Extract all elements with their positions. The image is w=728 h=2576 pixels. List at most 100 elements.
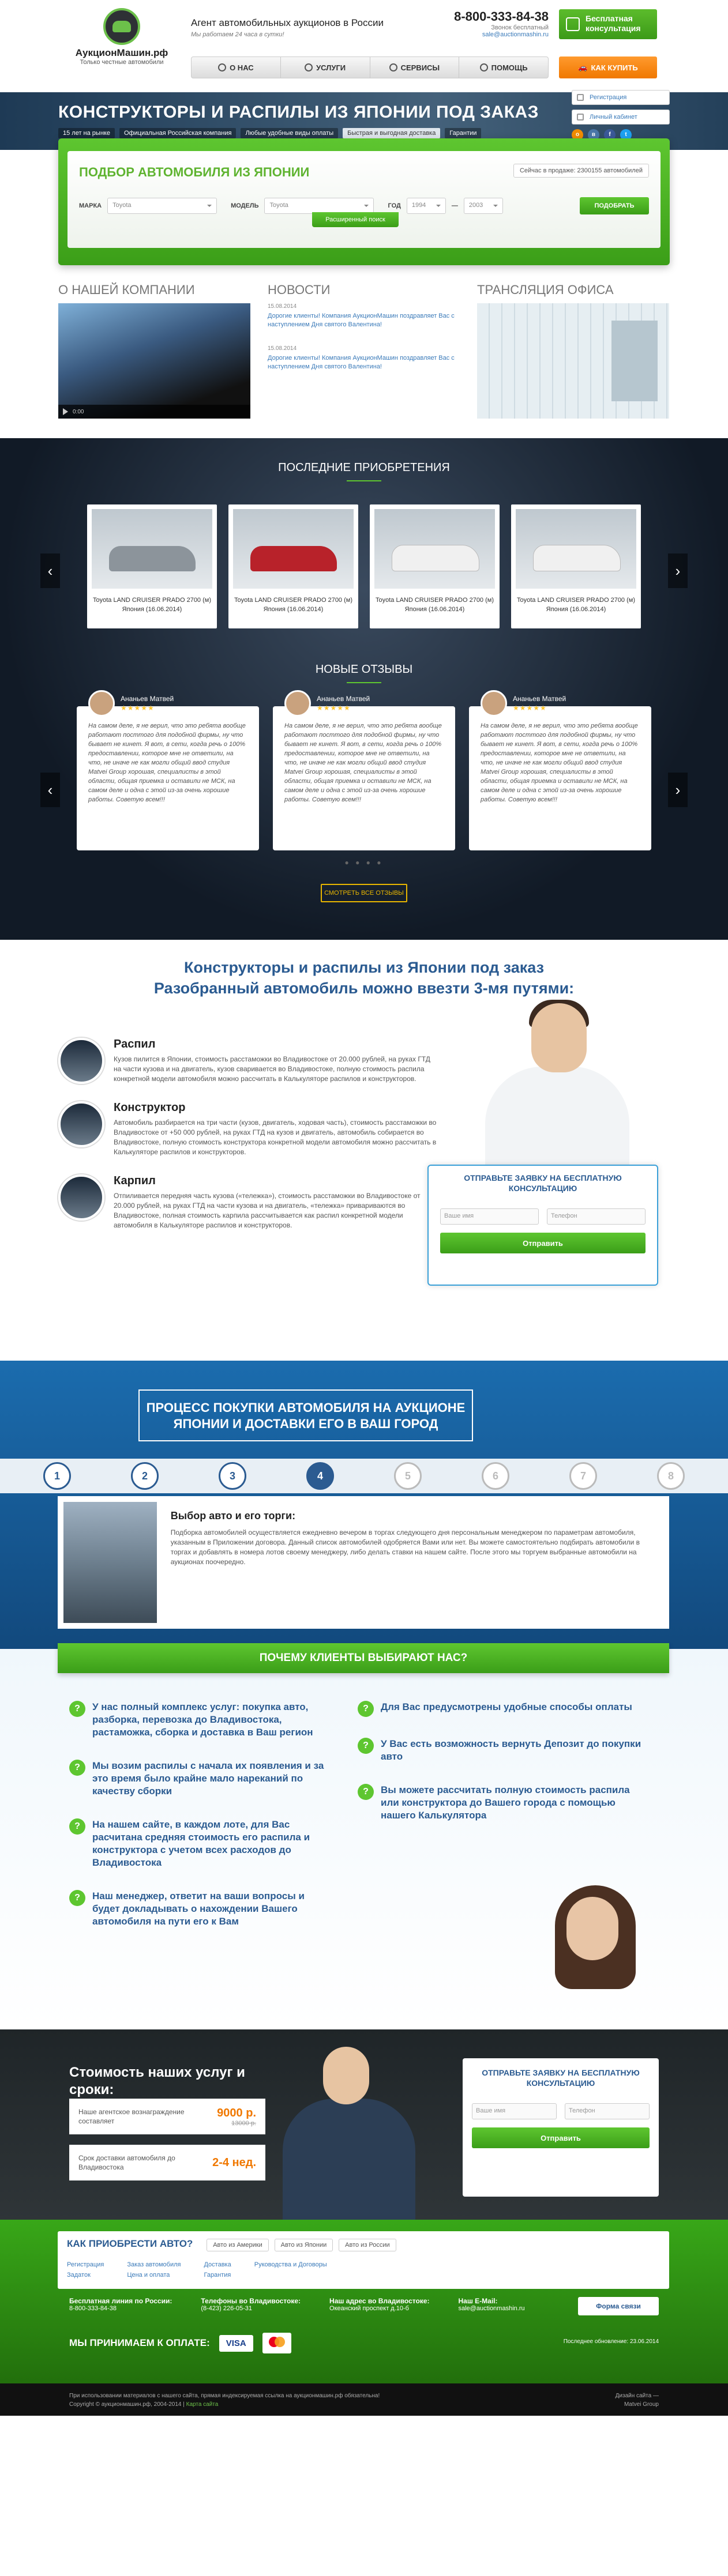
menu-item-services[interactable]: УСЛУГИ — [281, 57, 370, 78]
step-1[interactable]: 1 — [43, 1462, 71, 1490]
why-item: ? Для Вас предусмотрены удобные способы о… — [358, 1701, 646, 1717]
banner-tag: Любые удобные виды оплаты — [241, 128, 339, 138]
logo-icon — [103, 8, 140, 45]
phone-number[interactable]: 8-800-333-84-38 — [451, 9, 549, 24]
logo-subtitle: Только честные автомобили — [80, 59, 164, 66]
tab-japan[interactable]: Авто из Японии — [274, 2239, 333, 2251]
why-item: ? На нашем сайте, в каждом лоте, для Вас … — [69, 1818, 335, 1869]
office-stream[interactable] — [477, 303, 669, 419]
car-photo — [374, 509, 495, 589]
step-5[interactable]: 5 — [394, 1462, 422, 1490]
footer-link[interactable]: Заказ автомобиля — [127, 2261, 181, 2268]
register-link[interactable]: Регистрация — [572, 90, 670, 105]
advanced-search-button[interactable]: Расширенный поиск — [312, 212, 399, 227]
email-link[interactable]: sale@auctionmashin.ru — [451, 31, 549, 38]
news-item[interactable]: 15.08.2014 Дорогие клиенты! Компания Аук… — [268, 303, 460, 329]
banner-tag: Быстрая и выгодная доставка — [343, 128, 441, 138]
stock-counter: Сейчас в продаже: 2300155 автомобилей — [513, 164, 649, 178]
question-icon: ? — [358, 1784, 374, 1800]
search-button[interactable]: ПОДОБРАТЬ — [580, 197, 649, 214]
free-consult-button[interactable]: Бесплатная консультация — [559, 9, 657, 39]
news-column: НОВОСТИ 15.08.2014 Дорогие клиенты! Комп… — [268, 283, 460, 421]
way-item: Конструктор Автомобиль разбирается на три… — [58, 1101, 439, 1157]
footer-link[interactable]: Доставка — [204, 2261, 231, 2268]
news-link[interactable]: Дорогие клиенты! Компания АукционМашин п… — [268, 312, 460, 329]
contact-form-button[interactable]: Форма связи — [578, 2297, 659, 2315]
model-select[interactable]: Toyota — [264, 198, 374, 214]
main-menu: О НАС УСЛУГИ СЕРВИСЫ ПОМОЩЬ — [191, 57, 549, 78]
send-button[interactable]: Отправить — [472, 2127, 650, 2148]
footer-link[interactable]: Регистрация — [67, 2261, 104, 2268]
menu-item-about[interactable]: О НАС — [192, 57, 281, 78]
prev-arrow-icon[interactable]: ‹ — [40, 553, 60, 588]
news-item[interactable]: 15.08.2014 Дорогие клиенты! Компания Аук… — [268, 345, 460, 371]
sitemap-link[interactable]: Карта сайта — [186, 2401, 219, 2408]
phone-input[interactable]: Телефон — [565, 2103, 650, 2119]
slider-dots[interactable]: ● ● ● ● — [0, 858, 728, 867]
banner-tag: 15 лет на рынке — [58, 128, 115, 138]
car-card[interactable]: Toyota LAND CRUISER PRADO 2700 (м) Япони… — [228, 504, 358, 628]
news-date: 15.08.2014 — [268, 345, 297, 352]
news-link[interactable]: Дорогие клиенты! Компания АукционМашин п… — [268, 354, 460, 371]
next-arrow-icon[interactable]: › — [668, 553, 688, 588]
car-caption: Toyota LAND CRUISER PRADO 2700 (м) Япони… — [92, 597, 211, 613]
cost-section: Стоимость наших услуг и сроки: Наше аген… — [0, 2029, 728, 2220]
play-icon[interactable] — [63, 408, 68, 415]
delivery-value: 2-4 нед. — [212, 2156, 256, 2169]
question-icon: ? — [358, 1701, 374, 1717]
menu-item-tools[interactable]: СЕРВИСЫ — [370, 57, 460, 78]
car-card[interactable]: Toyota LAND CRUISER PRADO 2700 (м) Япони… — [511, 504, 641, 628]
phone-input[interactable]: Телефон — [547, 1208, 646, 1225]
logo-name: АукционМашин.рф — [75, 47, 168, 58]
make-label: МАРКА — [79, 202, 102, 209]
step-3[interactable]: 3 — [219, 1462, 246, 1490]
rating-stars-icon: ★★★★★ — [513, 704, 547, 712]
footer-link[interactable]: Цена и оплата — [127, 2272, 170, 2279]
car-icon: 🚗 — [578, 63, 588, 71]
footer-link[interactable]: Гарантия — [204, 2272, 231, 2279]
old-fee: 13000 р. — [231, 2119, 256, 2127]
cabinet-link[interactable]: Личный кабинет — [572, 110, 670, 125]
menu-item-help[interactable]: ПОМОЩЬ — [459, 57, 548, 78]
footer-email[interactable]: sale@auctionmashin.ru — [458, 2305, 524, 2312]
footer-phone[interactable]: 8-800-333-84-38 — [69, 2305, 117, 2312]
rating-stars-icon: ★★★★★ — [121, 704, 155, 712]
step-7[interactable]: 7 — [569, 1462, 597, 1490]
send-button[interactable]: Отправить — [440, 1233, 646, 1253]
how-to-buy-button[interactable]: 🚗 КАК КУПИТЬ — [559, 57, 657, 78]
office-title: ТРАНСЛЯЦИЯ ОФИСА — [477, 283, 614, 297]
car-card[interactable]: Toyota LAND CRUISER PRADO 2700 (м) Япони… — [87, 504, 217, 628]
car-card[interactable]: Toyota LAND CRUISER PRADO 2700 (м) Япони… — [370, 504, 500, 628]
logo[interactable]: АукционМашин.рф Только честные автомобил… — [58, 8, 185, 66]
tab-russia[interactable]: Авто из России — [339, 2239, 396, 2251]
prev-arrow-icon[interactable]: ‹ — [40, 773, 60, 807]
step-2[interactable]: 2 — [131, 1462, 159, 1490]
step-8[interactable]: 8 — [657, 1462, 685, 1490]
year-to-select[interactable]: 2003 — [463, 198, 503, 214]
way-image — [58, 1038, 104, 1084]
make-select[interactable]: Toyota — [107, 198, 217, 214]
step-6[interactable]: 6 — [482, 1462, 509, 1490]
footer-link[interactable]: Руководства и Договоры — [254, 2261, 327, 2268]
tab-america[interactable]: Авто из Америки — [207, 2239, 269, 2251]
footer-link[interactable]: Задаток — [67, 2272, 91, 2279]
question-icon — [479, 63, 488, 71]
visa-icon: VISA — [219, 2334, 253, 2352]
footer-phone-vl[interactable]: (8-423) 226-05-31 — [201, 2305, 252, 2312]
year-from-select[interactable]: 1994 — [406, 198, 446, 214]
name-input[interactable]: Ваше имя — [440, 1208, 539, 1225]
name-input[interactable]: Ваше имя — [472, 2103, 557, 2119]
step-4[interactable]: 4 — [306, 1462, 334, 1490]
next-arrow-icon[interactable]: › — [668, 773, 688, 807]
developer-credit[interactable]: Дизайн сайта — Matvei Group — [616, 2392, 659, 2409]
contact-block: 8-800-333-84-38 Звонок бесплатный sale@a… — [451, 9, 549, 38]
way-title: Распил — [114, 1038, 156, 1050]
review-text: На самом деле, я не верил, что это ребят… — [284, 722, 442, 803]
cost-row-fee: Наше агентское вознаграждение составляет… — [69, 2099, 265, 2134]
question-icon: ? — [358, 1738, 374, 1754]
all-reviews-button[interactable]: СМОТРЕТЬ ВСЕ ОТЗЫВЫ — [321, 884, 407, 902]
car-caption: Toyota LAND CRUISER PRADO 2700 (м) Япони… — [234, 597, 352, 613]
about-video[interactable]: 0:00 — [58, 303, 250, 419]
step-image — [63, 1502, 157, 1623]
copyright-bar: При использовании материалов с нашего са… — [0, 2383, 728, 2416]
